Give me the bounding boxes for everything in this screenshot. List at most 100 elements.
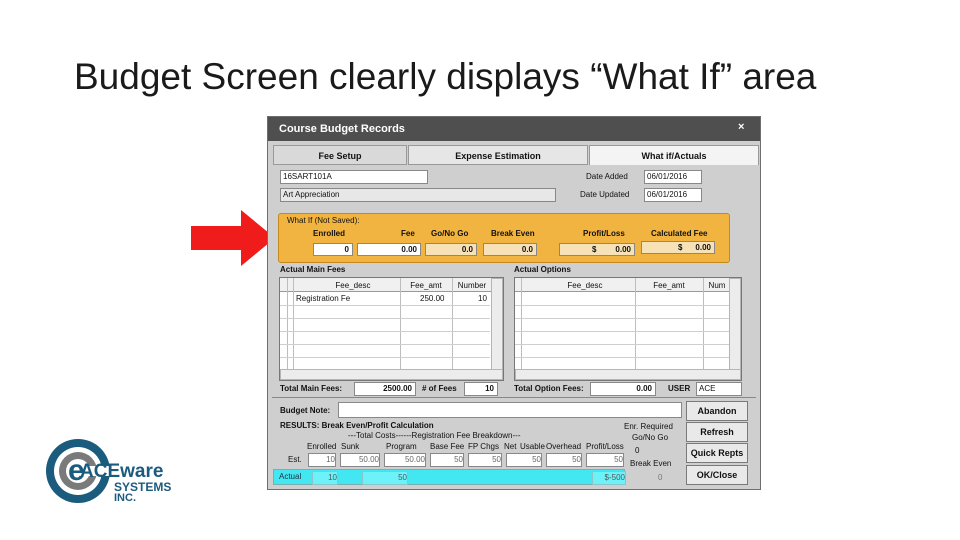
res-col-sunk: Sunk: [341, 442, 360, 451]
number-cell[interactable]: 10: [478, 294, 487, 303]
horizontal-scrollbar[interactable]: [280, 369, 503, 380]
date-updated-field: 06/01/2016: [644, 188, 702, 202]
main-fees-label: Actual Main Fees: [280, 265, 346, 274]
tab-what-if-actuals[interactable]: What if/Actuals: [589, 145, 759, 165]
tab-label: Expense Estimation: [455, 151, 541, 161]
total-main-fees-value: 2500.00: [354, 382, 416, 396]
grid-line: [515, 331, 729, 332]
fee-desc-cell[interactable]: Registration Fe: [296, 294, 350, 303]
currency-symbol: $: [592, 245, 597, 254]
res-col-profit-loss: Profit/Loss: [586, 442, 624, 451]
res-col-overhead: Overhead: [546, 442, 582, 451]
est-enrolled: 10: [308, 453, 336, 467]
est-base-fee: 50: [430, 453, 464, 467]
refresh-button[interactable]: Refresh: [686, 422, 748, 442]
divider: [272, 397, 756, 398]
red-arrow-icon: [191, 210, 275, 266]
num-fees-label: # of Fees: [422, 384, 457, 393]
actual-enrolled: 10: [312, 471, 338, 485]
quick-reports-button[interactable]: Quick Repts: [686, 443, 748, 463]
calculated-fee-value: $ 0.00: [641, 241, 715, 254]
aceware-logo: e ACEware SYSTEMS INC.: [44, 436, 194, 506]
tab-label: Fee Setup: [318, 151, 362, 161]
budget-note-input[interactable]: [338, 402, 682, 418]
date-added-field: 06/01/2016: [644, 170, 702, 184]
col-profit-loss: Profit/Loss: [583, 229, 625, 238]
col-enrolled: Enrolled: [313, 229, 346, 238]
grid-line: [515, 305, 729, 306]
main-fees-grid[interactable]: Fee_desc Fee_amt Number Registration Fe …: [279, 277, 504, 381]
tab-expense-estimation[interactable]: Expense Estimation: [408, 145, 588, 165]
grid-line: [280, 305, 490, 306]
actual-row: Actual 10 50 $-500: [273, 469, 626, 485]
title-bar: Course Budget Records ×: [268, 117, 760, 141]
date-updated-label: Date Updated: [580, 190, 630, 199]
fee-amt-cell[interactable]: 250.00: [420, 294, 444, 303]
est-program: 50.00: [384, 453, 426, 467]
est-net-usable: 50: [506, 453, 542, 467]
col-break-even: Break Even: [491, 229, 535, 238]
tab-label: What if/Actuals: [641, 151, 707, 161]
vertical-scrollbar[interactable]: [491, 278, 503, 370]
options-grid[interactable]: Fee_desc Fee_amt Num: [514, 277, 742, 381]
currency-symbol: $: [678, 243, 683, 252]
total-option-fees-value: 0.00: [590, 382, 656, 396]
course-budget-window: Course Budget Records × Fee Setup Expens…: [267, 116, 761, 490]
logo-line3: INC.: [114, 492, 136, 504]
budget-note-label: Budget Note:: [280, 406, 331, 415]
actual-label: Actual: [279, 472, 302, 481]
col-fee-amt: Fee_amt: [410, 281, 442, 290]
go-no-go-value: 0.0: [425, 243, 477, 256]
user-label: USER: [668, 384, 691, 393]
course-name-field[interactable]: Art Appreciation: [280, 188, 556, 202]
grid-line: [280, 331, 490, 332]
horizontal-scrollbar[interactable]: [515, 369, 741, 380]
results-subheading: ---Total Costs------Registration Fee Bre…: [348, 431, 521, 440]
what-if-enrolled-input[interactable]: 0: [313, 243, 353, 256]
col-num: Num: [708, 281, 726, 290]
abandon-button[interactable]: Abandon: [686, 401, 748, 421]
profit-loss-value: $ 0.00: [559, 243, 635, 256]
grid-line: [515, 318, 729, 319]
grid-line: [280, 318, 490, 319]
est-label: Est.: [288, 455, 302, 464]
course-code-field[interactable]: 16SART101A: [280, 170, 428, 184]
vertical-scrollbar[interactable]: [729, 278, 741, 370]
grid-line: [515, 344, 729, 345]
res-col-net: Net: [504, 442, 517, 451]
ok-close-button[interactable]: OK/Close: [686, 465, 748, 485]
total-main-fees-label: Total Main Fees:: [280, 384, 343, 393]
num-fees-value: 10: [464, 382, 498, 396]
break-even-value: 0.0: [483, 243, 537, 256]
options-label: Actual Options: [514, 265, 571, 274]
date-added-label: Date Added: [586, 172, 628, 181]
grid-line: [280, 344, 490, 345]
profit-loss-amount: 0.00: [615, 245, 631, 254]
actual-sunk: 50: [362, 471, 408, 485]
close-icon[interactable]: ×: [738, 121, 744, 133]
res-col-program: Program: [386, 442, 417, 451]
actual-profit-loss: $-500: [592, 471, 626, 485]
col-fee-amt: Fee_amt: [653, 281, 685, 290]
est-go-value: 0: [635, 446, 640, 455]
res-col-base-fee: Base Fee: [430, 442, 465, 451]
actual-go-value: 0: [658, 473, 663, 482]
col-calculated-fee: Calculated Fee: [651, 229, 708, 238]
results-heading: RESULTS: Break Even/Profit Calculation: [280, 421, 434, 430]
window-title: Course Budget Records: [279, 123, 405, 135]
res-col-enrolled: Enrolled: [307, 442, 337, 451]
user-value: ACE: [696, 382, 742, 396]
col-fee-desc: Fee_desc: [335, 281, 371, 290]
est-fp-chgs: 50: [468, 453, 502, 467]
enr-required-label: Enr. Required: [624, 422, 673, 431]
est-overhead: 50: [546, 453, 582, 467]
slide-title: Budget Screen clearly displays “What If”…: [74, 56, 817, 97]
tab-fee-setup[interactable]: Fee Setup: [273, 145, 407, 165]
grid-line: [515, 357, 729, 358]
total-option-fees-label: Total Option Fees:: [514, 384, 584, 393]
go-no-go-label: Go/No Go: [632, 433, 669, 442]
what-if-fee-input[interactable]: 0.00: [357, 243, 421, 256]
res-col-fp-chgs: FP Chgs: [468, 442, 499, 451]
col-number: Number: [457, 281, 487, 290]
res-col-usable: Usable: [520, 442, 545, 451]
